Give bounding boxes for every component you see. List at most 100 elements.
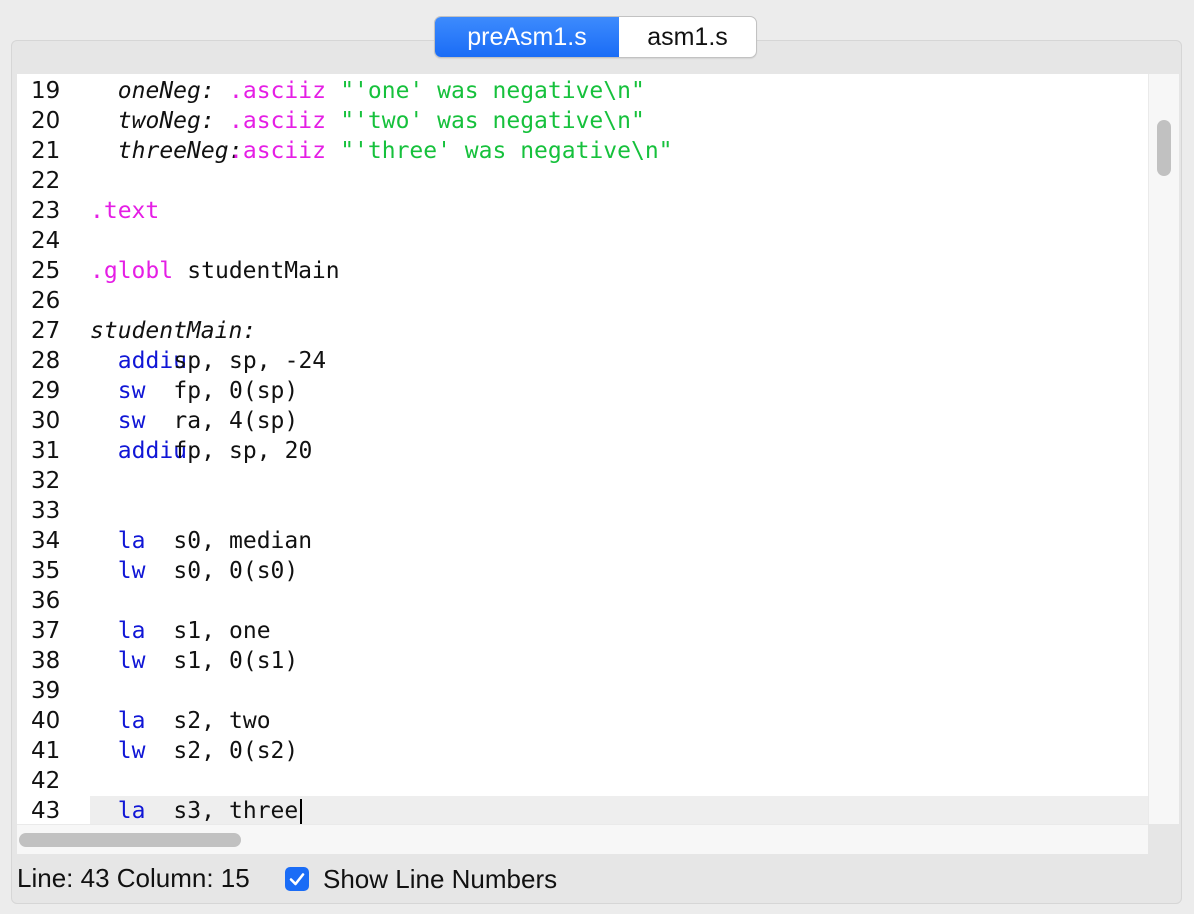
code-token: lw [117, 558, 146, 584]
code-line[interactable]: 33 [17, 496, 1148, 526]
line-number: 22 [31, 168, 61, 194]
code-token: sw [117, 378, 146, 404]
code-token: twoNeg: [117, 108, 215, 134]
line-number: 28 [31, 348, 61, 374]
code-line[interactable]: 31 addiu fp, sp, 20 [17, 436, 1148, 466]
line-number: 20 [31, 108, 61, 134]
code-line[interactable]: 42 [17, 766, 1148, 796]
code-token: .asciiz [229, 138, 326, 164]
code-token: oneNeg: [117, 78, 215, 104]
code-token: s1, [173, 618, 215, 644]
code-line[interactable]: 36 [17, 586, 1148, 616]
code-line[interactable]: 37 la s1, one [17, 616, 1148, 646]
code-line[interactable]: 35 lw s0, 0(s0) [17, 556, 1148, 586]
horizontal-scroll-thumb[interactable] [19, 833, 241, 847]
tab-asm1[interactable]: asm1.s [619, 17, 756, 57]
line-number: 32 [31, 468, 61, 494]
vertical-scroll-thumb[interactable] [1157, 120, 1171, 176]
code-token: la [117, 798, 146, 824]
code-token: threeNeg: [117, 138, 243, 164]
code-token: s1, [173, 648, 215, 674]
code-token: la [117, 528, 146, 554]
line-number: 38 [31, 648, 61, 674]
code-line[interactable]: 34 la s0, median [17, 526, 1148, 556]
code-token: 20 [284, 438, 313, 464]
line-number: 34 [31, 528, 61, 554]
code-line[interactable]: 43 la s3, three [17, 796, 1148, 824]
file-tabs: preAsm1.s asm1.s [434, 16, 757, 58]
code-token: sp, [229, 438, 271, 464]
code-token: two [229, 708, 271, 734]
line-number: 40 [31, 708, 61, 734]
code-token: lw [117, 738, 146, 764]
checkmark-icon [289, 873, 305, 886]
code-line[interactable]: 39 [17, 676, 1148, 706]
show-line-numbers-toggle[interactable]: Show Line Numbers [285, 864, 557, 894]
line-number: 21 [31, 138, 61, 164]
code-token: "'two' was negative\n" [340, 108, 645, 134]
line-number: 37 [31, 618, 61, 644]
code-token: studentMain: [90, 318, 257, 344]
code-token: sp, [229, 348, 271, 374]
code-line[interactable]: 20 twoNeg: .asciiz "'two' was negative\n" [17, 106, 1148, 136]
code-line[interactable]: 27 studentMain: [17, 316, 1148, 346]
code-editor[interactable]: 19 oneNeg: .asciiz "'one' was negative\n" 20… [17, 74, 1148, 824]
line-number: 24 [31, 228, 61, 254]
code-line[interactable]: 21 threeNeg: .asciiz "'three' was negative\… [17, 136, 1148, 166]
code-token: one [229, 618, 271, 644]
code-token: sw [117, 408, 146, 434]
line-number: 29 [31, 378, 61, 404]
code-token: "'three' was negative\n" [340, 138, 673, 164]
code-line[interactable]: 28 addiu sp, sp, -24 [17, 346, 1148, 376]
code-line[interactable]: 29 sw fp, 0(sp) [17, 376, 1148, 406]
line-number: 30 [31, 408, 61, 434]
line-number: 35 [31, 558, 61, 584]
line-number: 41 [31, 738, 61, 764]
code-token: .text [90, 198, 160, 224]
code-token: s2, [173, 738, 215, 764]
code-token: lw [117, 648, 146, 674]
horizontal-scrollbar[interactable] [17, 824, 1148, 854]
code-line[interactable]: 22 [17, 166, 1148, 196]
code-token: s2, [173, 708, 215, 734]
line-number: 27 [31, 318, 61, 344]
code-token: fp, [173, 438, 215, 464]
code-line[interactable]: 40 la s2, two [17, 706, 1148, 736]
code-line[interactable]: 30 sw ra, 4(sp) [17, 406, 1148, 436]
code-token: median [229, 528, 313, 554]
code-token: sp, [173, 348, 215, 374]
code-token: three [229, 798, 299, 824]
code-line[interactable]: 24 [17, 226, 1148, 256]
line-number: 36 [31, 588, 61, 614]
line-number: 19 [31, 78, 61, 104]
code-token: studentMain [187, 258, 340, 284]
line-number: 42 [31, 768, 61, 794]
code-token: s0, [173, 558, 215, 584]
tab-preasm1[interactable]: preAsm1.s [435, 17, 619, 57]
code-line[interactable]: 26 [17, 286, 1148, 316]
code-line[interactable]: 23 .text [17, 196, 1148, 226]
vertical-scrollbar[interactable] [1148, 74, 1179, 824]
code-token: la [117, 618, 146, 644]
show-line-numbers-checkbox[interactable] [285, 867, 309, 891]
code-token: .globl [90, 258, 174, 284]
code-token: .asciiz [229, 78, 326, 104]
code-line[interactable]: 32 [17, 466, 1148, 496]
code-line[interactable]: 19 oneNeg: .asciiz "'one' was negative\n" [17, 76, 1148, 106]
code-token: 0(s2) [229, 738, 299, 764]
code-line[interactable]: 41 lw s2, 0(s2) [17, 736, 1148, 766]
cursor-position: Line: 43 Column: 15 [17, 863, 250, 893]
text-caret [299, 799, 302, 824]
line-number: 25 [31, 258, 61, 284]
code-line[interactable]: 38 lw s1, 0(s1) [17, 646, 1148, 676]
code-token: .asciiz [229, 108, 326, 134]
code-token: s3, [173, 798, 215, 824]
line-number: 23 [31, 198, 61, 224]
code-token: -24 [284, 348, 327, 374]
show-line-numbers-label: Show Line Numbers [323, 863, 558, 894]
code-token: 4(sp) [229, 408, 299, 434]
code-line[interactable]: 25 .globl studentMain [17, 256, 1148, 286]
code-token: fp, [173, 378, 215, 404]
code-token: ra, [173, 408, 215, 434]
code-token: la [117, 708, 146, 734]
